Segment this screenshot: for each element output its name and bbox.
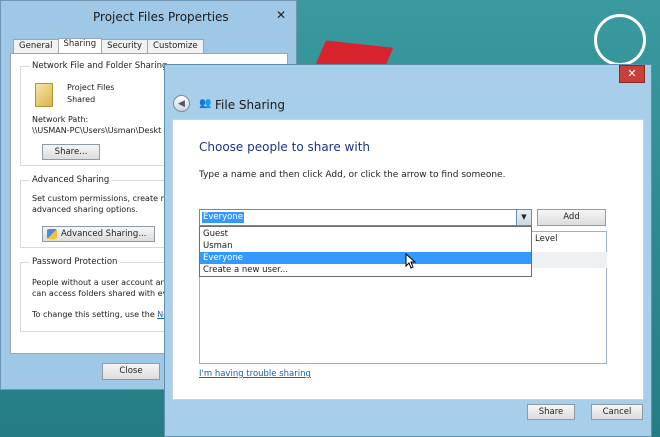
add-button[interactable]: Add	[537, 209, 606, 226]
dialog-heading: Choose people to share with	[199, 140, 371, 154]
advanced-sharing-desc-2: advanced sharing options.	[32, 205, 138, 214]
advanced-sharing-desc-1: Set custom permissions, create mult	[32, 194, 179, 203]
desktop-circle-decoration	[594, 14, 646, 66]
advanced-sharing-title: Advanced Sharing	[29, 175, 113, 185]
dialog-instruction: Type a name and then click Add, or click…	[199, 170, 506, 180]
network-path-label: Network Path:	[32, 115, 89, 124]
share-confirm-button[interactable]: Share	[527, 404, 575, 420]
password-desc-1: People without a user account and	[32, 278, 171, 287]
back-arrow-icon[interactable]: ◀	[173, 95, 190, 112]
advanced-sharing-button-label: Advanced Sharing...	[61, 229, 147, 239]
shield-icon	[47, 229, 57, 239]
tab-general[interactable]: General	[13, 39, 59, 53]
user-combo-box[interactable]: Everyone ▼	[199, 209, 532, 226]
password-desc-2: can access folders shared with eve	[32, 289, 173, 298]
tab-customize[interactable]: Customize	[147, 39, 204, 53]
dropdown-item-create-user[interactable]: Create a new user...	[200, 264, 531, 276]
tab-sharing[interactable]: Sharing	[57, 38, 103, 54]
network-sharing-title: Network File and Folder Sharing	[29, 61, 171, 71]
properties-window-title: Project Files Properties	[93, 10, 229, 24]
user-dropdown-list: Guest Usman Everyone Create a new user..…	[199, 226, 532, 277]
folder-status: Shared	[67, 95, 96, 104]
properties-titlebar[interactable]: Project Files Properties ✕	[1, 1, 296, 31]
people-icon: 👥	[199, 98, 212, 109]
dialog-title: File Sharing	[215, 98, 285, 112]
mouse-cursor-icon	[405, 253, 417, 269]
list-row-shade	[532, 252, 607, 268]
share-button[interactable]: Share...	[42, 144, 100, 160]
dropdown-item-everyone[interactable]: Everyone	[200, 252, 531, 264]
properties-tabs: General Sharing Security Customize	[13, 38, 204, 54]
trouble-sharing-link[interactable]: I'm having trouble sharing	[199, 369, 311, 379]
cancel-button[interactable]: Cancel	[591, 404, 643, 420]
close-button[interactable]: Close	[102, 363, 160, 380]
close-icon[interactable]: ✕	[619, 65, 645, 83]
dropdown-item-usman[interactable]: Usman	[200, 240, 531, 252]
user-combo-value[interactable]: Everyone	[202, 212, 244, 223]
tab-security[interactable]: Security	[101, 39, 149, 53]
folder-icon	[35, 83, 53, 107]
password-protection-title: Password Protection	[29, 257, 121, 267]
chevron-down-icon[interactable]: ▼	[516, 210, 531, 225]
dropdown-item-guest[interactable]: Guest	[200, 228, 531, 240]
column-header-level[interactable]: Level	[535, 234, 557, 244]
folder-name: Project Files	[67, 83, 115, 92]
password-desc-3-prefix: To change this setting, use the	[32, 310, 155, 319]
file-sharing-dialog: ✕ ◀ 👥 File Sharing Choose people to shar…	[164, 64, 652, 437]
close-icon[interactable]: ✕	[272, 7, 290, 23]
advanced-sharing-button[interactable]: Advanced Sharing...	[42, 226, 155, 242]
dialog-header: ◀ 👥 File Sharing	[173, 85, 643, 121]
password-desc-3: To change this setting, use the Net	[32, 309, 171, 320]
